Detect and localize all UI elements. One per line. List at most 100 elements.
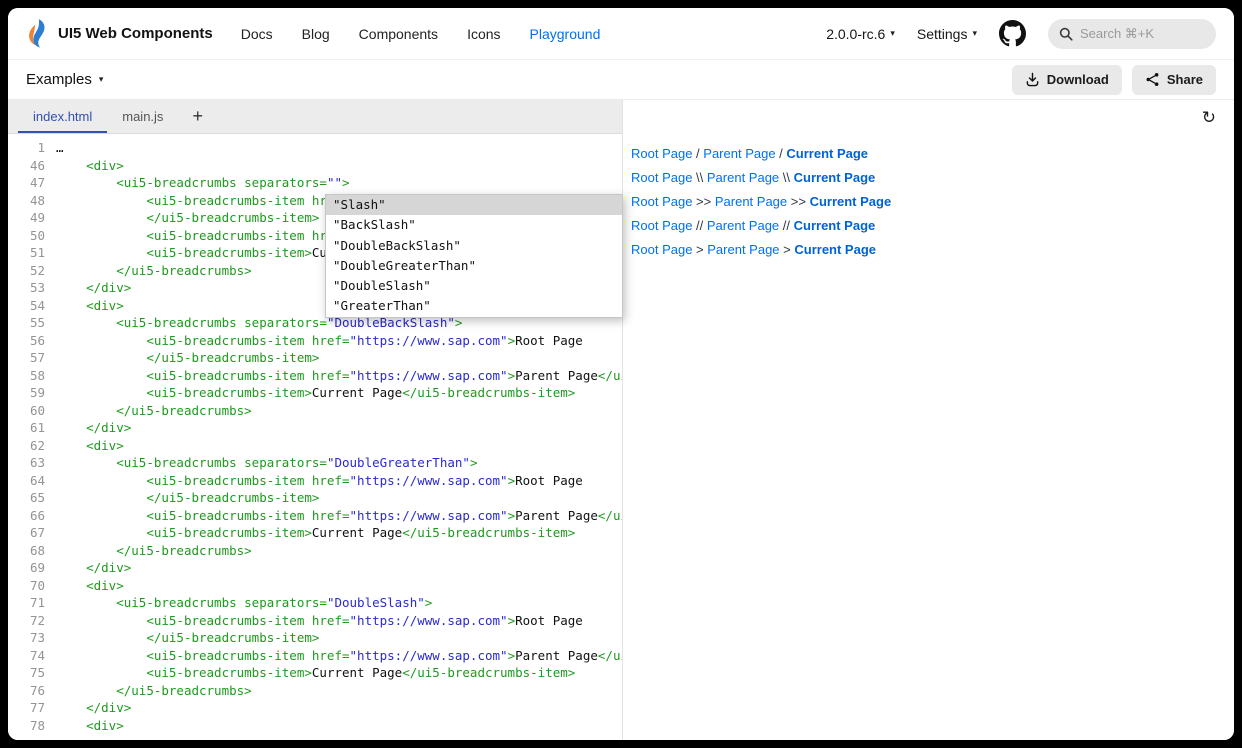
code-text[interactable]: <ui5-breadcrumbs-item href="https://www.…: [56, 647, 622, 665]
code-line: 46 <div>: [8, 157, 622, 175]
code-text[interactable]: <ui5-breadcrumbs-item>Current Page</ui5-…: [56, 524, 622, 542]
line-number: 76: [8, 682, 56, 700]
nav-link-components[interactable]: Components: [359, 26, 438, 42]
line-number: 68: [8, 542, 56, 560]
code-line: 47 <ui5-breadcrumbs separators="">: [8, 174, 622, 192]
code-line: 72 <ui5-breadcrumbs-item href="https://w…: [8, 612, 622, 630]
code-text[interactable]: <div>: [56, 717, 622, 735]
code-text[interactable]: </ui5-breadcrumbs>: [56, 542, 622, 560]
version-label: 2.0.0-rc.6: [826, 26, 885, 42]
breadcrumb-separator: //: [692, 218, 706, 233]
code-text[interactable]: <div>: [56, 157, 622, 175]
line-number: 62: [8, 437, 56, 455]
code-text[interactable]: </ui5-breadcrumbs>: [56, 682, 622, 700]
code-line: 65 </ui5-breadcrumbs-item>: [8, 489, 622, 507]
autocomplete-option[interactable]: "BackSlash": [326, 215, 622, 235]
version-dropdown[interactable]: 2.0.0-rc.6 ▾: [826, 26, 895, 42]
code-text[interactable]: <ui5-breadcrumbs-item href="https://www.…: [56, 507, 622, 525]
code-line: 59 <ui5-breadcrumbs-item>Current Page</u…: [8, 384, 622, 402]
breadcrumb-link-root[interactable]: Root Page: [631, 194, 692, 209]
nav-link-docs[interactable]: Docs: [241, 26, 273, 42]
search-input[interactable]: [1080, 26, 1198, 41]
github-link[interactable]: [999, 20, 1026, 47]
code-text[interactable]: <ui5-breadcrumbs separators="">: [56, 174, 622, 192]
breadcrumb-separator: /: [692, 146, 703, 161]
code-line: 70 <div>: [8, 577, 622, 595]
ui5-logo-icon: [26, 19, 49, 48]
autocomplete-option[interactable]: "DoubleGreaterThan": [326, 256, 622, 276]
code-text[interactable]: <ui5-breadcrumbs-item href="https://www.…: [56, 332, 622, 350]
code-text[interactable]: </div>: [56, 559, 622, 577]
share-button[interactable]: Share: [1132, 65, 1216, 95]
settings-dropdown[interactable]: Settings ▾: [917, 26, 977, 42]
breadcrumb-link-root[interactable]: Root Page: [631, 218, 692, 233]
search-box[interactable]: [1048, 19, 1216, 49]
code-line: 69 </div>: [8, 559, 622, 577]
tab-main.js[interactable]: main.js: [107, 100, 178, 133]
line-number: 48: [8, 192, 56, 210]
download-button[interactable]: Download: [1012, 65, 1122, 95]
share-label: Share: [1167, 72, 1203, 87]
refresh-icon[interactable]: ↻: [1202, 108, 1216, 128]
code-text[interactable]: </ui5-breadcrumbs-item>: [56, 489, 622, 507]
code-text[interactable]: <ui5-breadcrumbs-item href="https://www.…: [56, 472, 622, 490]
code-text[interactable]: <div>: [56, 577, 622, 595]
code-line: 75 <ui5-breadcrumbs-item>Current Page</u…: [8, 664, 622, 682]
breadcrumb-separator: \\: [692, 170, 706, 185]
code-text[interactable]: <div>: [56, 437, 622, 455]
line-number: 49: [8, 209, 56, 227]
breadcrumb-link-root[interactable]: Root Page: [631, 242, 692, 257]
breadcrumb-row: Root Page // Parent Page // Current Page: [631, 214, 1234, 238]
tab-active-underline: [18, 131, 107, 133]
line-number: 64: [8, 472, 56, 490]
breadcrumb-link-parent[interactable]: Parent Page: [707, 242, 779, 257]
code-text[interactable]: </div>: [56, 699, 622, 717]
code-text[interactable]: <ui5-breadcrumbs-item>Current Page</ui5-…: [56, 384, 622, 402]
settings-label: Settings: [917, 26, 968, 42]
autocomplete-option[interactable]: "DoubleSlash": [326, 276, 622, 296]
code-text[interactable]: </ui5-breadcrumbs-item>: [56, 629, 622, 647]
editor-tabbar: index.htmlmain.js+: [8, 100, 622, 134]
breadcrumb-link-parent[interactable]: Parent Page: [707, 218, 779, 233]
code-text[interactable]: </ui5-breadcrumbs-item>: [56, 349, 622, 367]
breadcrumb-link-root[interactable]: Root Page: [631, 170, 692, 185]
breadcrumb-link-root[interactable]: Root Page: [631, 146, 692, 161]
autocomplete-option[interactable]: "DoubleBackSlash": [326, 236, 622, 256]
nav-link-blog[interactable]: Blog: [302, 26, 330, 42]
autocomplete-option[interactable]: "Slash": [326, 195, 622, 215]
breadcrumb-current: Current Page: [794, 242, 876, 257]
brand[interactable]: UI5 Web Components: [26, 19, 213, 48]
preview-pane: ↻ Root Page / Parent Page / Current Page…: [623, 100, 1234, 740]
line-number: 75: [8, 664, 56, 682]
new-tab-button[interactable]: +: [178, 100, 217, 133]
breadcrumb-link-parent[interactable]: Parent Page: [715, 194, 787, 209]
nav-link-icons[interactable]: Icons: [467, 26, 500, 42]
chevron-down-icon: ▾: [890, 29, 895, 38]
code-text[interactable]: <ui5-breadcrumbs-item href="https://www.…: [56, 367, 622, 385]
code-line: 56 <ui5-breadcrumbs-item href="https://w…: [8, 332, 622, 350]
toolbar-actions: Download Share: [1012, 65, 1216, 95]
code-text[interactable]: <ui5-breadcrumbs separators="DoubleGreat…: [56, 454, 622, 472]
examples-dropdown[interactable]: Examples ▾: [26, 71, 103, 88]
code-text[interactable]: <ui5-breadcrumbs separators="DoubleSlash…: [56, 594, 622, 612]
github-icon: [999, 20, 1026, 47]
line-number: 67: [8, 524, 56, 542]
breadcrumb-row: Root Page / Parent Page / Current Page: [631, 142, 1234, 166]
line-number: 54: [8, 297, 56, 315]
examples-toolbar: Examples ▾ Download Share: [8, 60, 1234, 100]
breadcrumb-separator: /: [776, 146, 787, 161]
code-text[interactable]: <ui5-breadcrumbs-item href="https://www.…: [56, 612, 622, 630]
nav-link-playground[interactable]: Playground: [530, 26, 601, 42]
code-text[interactable]: …: [56, 139, 622, 157]
autocomplete-option[interactable]: "GreaterThan": [326, 296, 622, 316]
line-number: 51: [8, 244, 56, 262]
breadcrumb-link-parent[interactable]: Parent Page: [707, 170, 779, 185]
code-text[interactable]: </ui5-breadcrumbs>: [56, 402, 622, 420]
chevron-down-icon: ▾: [972, 29, 977, 38]
line-number: 65: [8, 489, 56, 507]
code-text[interactable]: <ui5-breadcrumbs-item>Current Page</ui5-…: [56, 664, 622, 682]
code-text[interactable]: </div>: [56, 419, 622, 437]
breadcrumb-link-parent[interactable]: Parent Page: [703, 146, 775, 161]
tab-index.html[interactable]: index.html: [18, 100, 107, 133]
line-number: 47: [8, 174, 56, 192]
